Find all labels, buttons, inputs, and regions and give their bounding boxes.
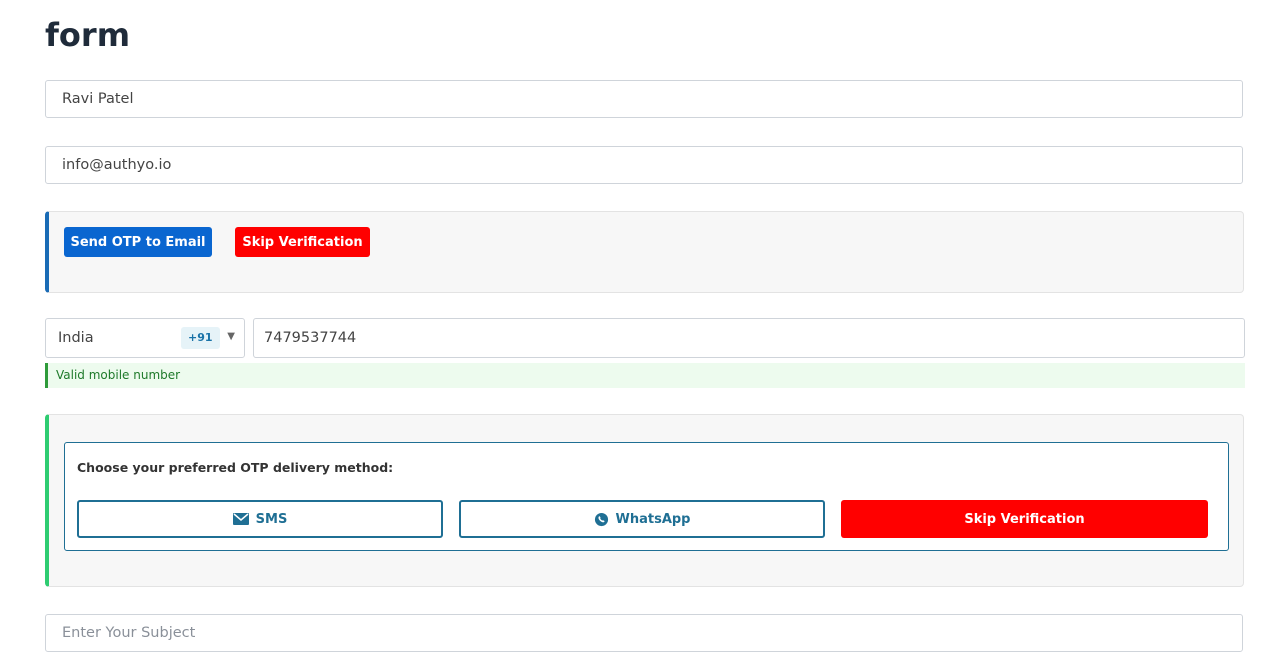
- otp-method-panel: Choose your preferred OTP delivery metho…: [45, 414, 1244, 587]
- skip-email-verification-button[interactable]: Skip Verification: [235, 227, 370, 257]
- otp-method-box: Choose your preferred OTP delivery metho…: [64, 442, 1229, 551]
- whatsapp-button[interactable]: WhatsApp: [459, 500, 825, 538]
- subject-field[interactable]: [45, 614, 1243, 652]
- page-title: form: [45, 16, 131, 54]
- send-otp-email-button[interactable]: Send OTP to Email: [64, 227, 212, 257]
- whatsapp-icon: [594, 512, 609, 527]
- whatsapp-label: WhatsApp: [615, 511, 691, 527]
- sms-button[interactable]: SMS: [77, 500, 443, 538]
- country-name: India: [58, 330, 94, 346]
- email-verification-panel: Send OTP to Email Skip Verification: [45, 211, 1244, 293]
- phone-validation-message: Valid mobile number: [45, 363, 1245, 388]
- envelope-icon: [232, 513, 249, 525]
- name-field[interactable]: [45, 80, 1243, 118]
- otp-method-prompt: Choose your preferred OTP delivery metho…: [77, 460, 394, 475]
- sms-label: SMS: [255, 511, 288, 527]
- phone-number-field[interactable]: [253, 318, 1245, 358]
- caret-down-icon: ▼: [227, 331, 235, 342]
- country-select[interactable]: India +91 ▼: [45, 318, 245, 358]
- skip-otp-verification-button[interactable]: Skip Verification: [841, 500, 1208, 538]
- email-field[interactable]: [45, 146, 1243, 184]
- dial-code-badge: +91: [181, 327, 220, 349]
